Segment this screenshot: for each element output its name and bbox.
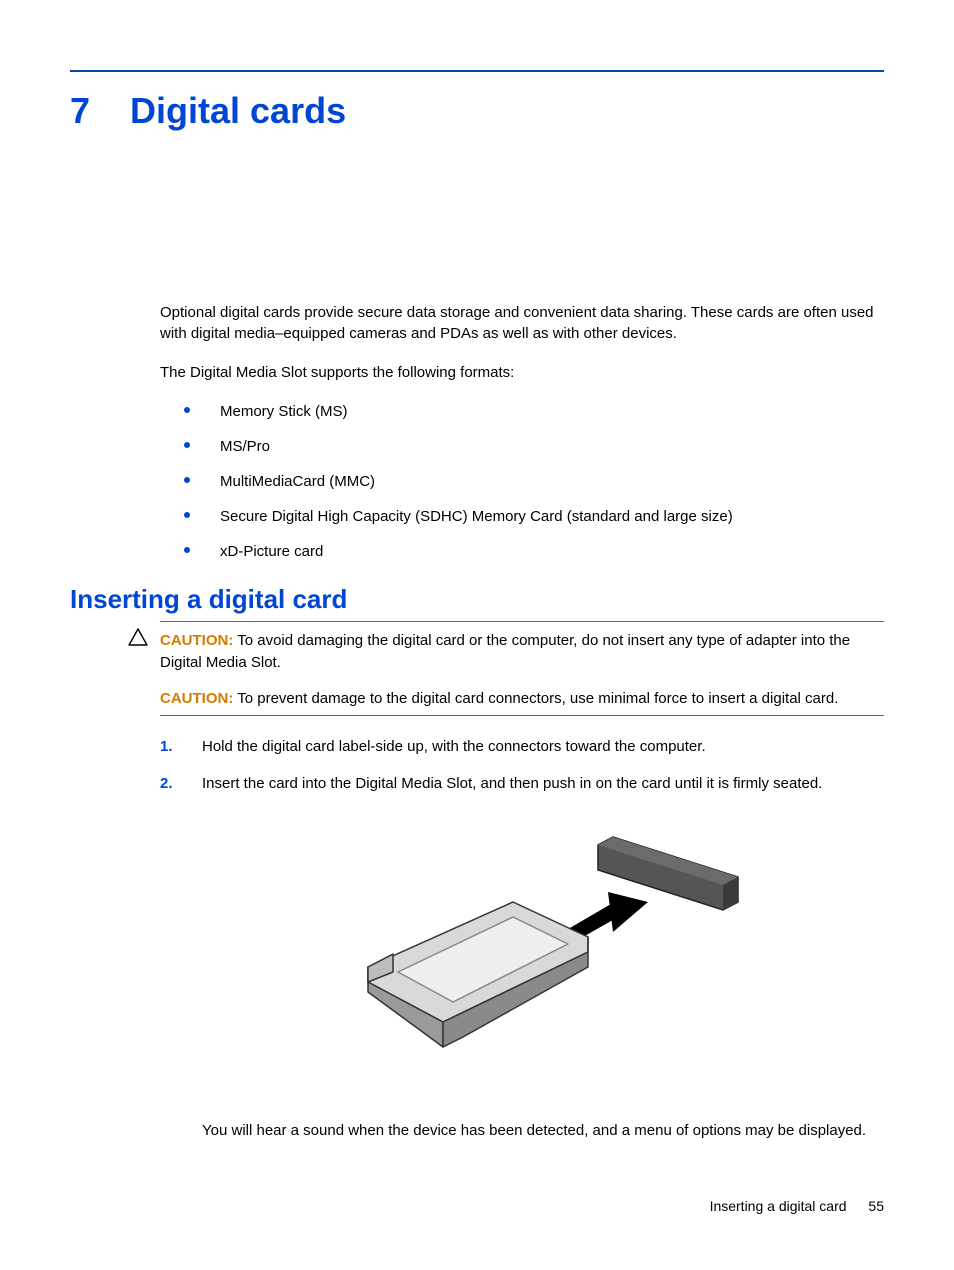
caution-label: CAUTION: xyxy=(160,690,233,707)
step-text: Insert the card into the Digital Media S… xyxy=(202,775,822,792)
section-heading: Inserting a digital card xyxy=(70,584,884,615)
step-after-note: You will hear a sound when the device ha… xyxy=(202,1120,884,1141)
step-item: 2. Insert the card into the Digital Medi… xyxy=(160,773,884,1141)
step-number: 2. xyxy=(160,773,173,794)
page-footer: Inserting a digital card 55 xyxy=(710,1198,884,1214)
caution-label: CAUTION: xyxy=(160,632,233,649)
caution-text: To avoid damaging the digital card or th… xyxy=(160,632,850,671)
chapter-number: 7 xyxy=(70,90,90,132)
intro-paragraph-2: The Digital Media Slot supports the foll… xyxy=(160,362,884,383)
format-list: Memory Stick (MS) MS/Pro MultiMediaCard … xyxy=(160,401,884,562)
caution-text: To prevent damage to the digital card co… xyxy=(237,690,838,707)
top-rule xyxy=(70,70,884,72)
insert-card-illustration xyxy=(323,822,763,1092)
step-number: 1. xyxy=(160,736,173,757)
step-text: Hold the digital card label-side up, wit… xyxy=(202,738,706,755)
list-item: MS/Pro xyxy=(160,436,884,457)
list-item: Secure Digital High Capacity (SDHC) Memo… xyxy=(160,506,884,527)
list-item: xD-Picture card xyxy=(160,541,884,562)
list-item: Memory Stick (MS) xyxy=(160,401,884,422)
chapter-header: 7 Digital cards xyxy=(70,90,884,132)
steps-list: 1. Hold the digital card label-side up, … xyxy=(160,736,884,1141)
intro-region: Optional digital cards provide secure da… xyxy=(160,302,884,562)
footer-section-name: Inserting a digital card xyxy=(710,1198,847,1214)
caution-block-2: CAUTION: To prevent damage to the digita… xyxy=(160,688,884,716)
caution-block-1: CAUTION: To avoid damaging the digital c… xyxy=(160,621,884,674)
step-item: 1. Hold the digital card label-side up, … xyxy=(160,736,884,757)
intro-paragraph-1: Optional digital cards provide secure da… xyxy=(160,302,884,344)
caution-icon xyxy=(128,628,148,646)
chapter-title: Digital cards xyxy=(130,90,346,132)
footer-page-number: 55 xyxy=(868,1198,884,1214)
list-item: MultiMediaCard (MMC) xyxy=(160,471,884,492)
